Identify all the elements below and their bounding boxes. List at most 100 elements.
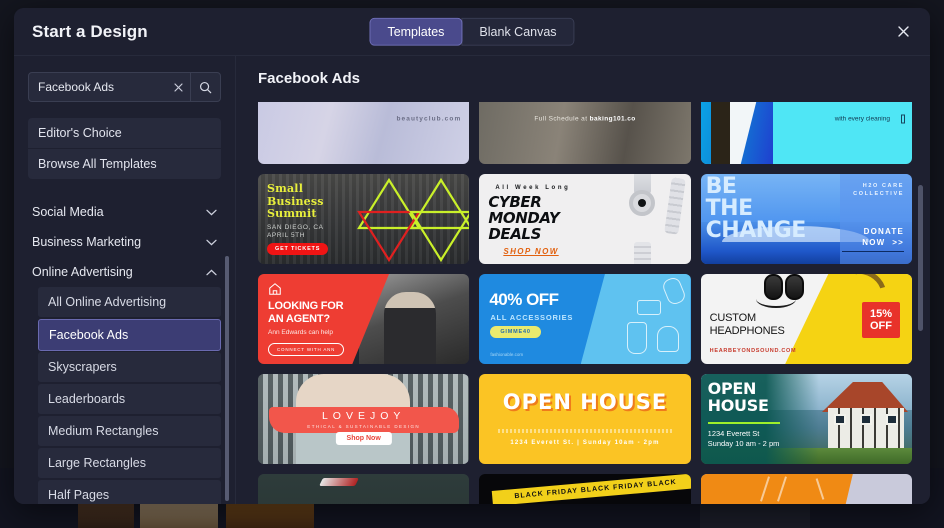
- search-button[interactable]: [190, 73, 220, 101]
- template-card-be-the-change[interactable]: BE THE CHANGE H2O CARE COLLECTIVE DONATE NOW…: [700, 174, 912, 264]
- sidebar-item-leaderboards[interactable]: Leaderboards: [38, 384, 221, 415]
- template-card-black-friday[interactable]: BLACK FRIDAY BLACK FRIDAY BLACK: [479, 474, 691, 504]
- template-art: [258, 474, 470, 504]
- quick-links: Editor's Choice Browse All Templates: [28, 118, 221, 179]
- template-title: OPEN HOUSE: [502, 390, 668, 414]
- template-badge: 15% OFF: [861, 302, 900, 338]
- view-mode-toggle: Templates Blank Canvas: [369, 17, 575, 46]
- template-title: Small Business Summit: [267, 182, 324, 220]
- page-title: Start a Design: [32, 21, 148, 41]
- template-art: 40% OFF ALL ACCESSORIES GIMME40 fashiona…: [479, 274, 691, 364]
- template-subtitle: ETHICAL & SUSTAINABLE DESIGN: [307, 424, 421, 429]
- templates-scroll-area: beautyclub.com Full Schedule at baking10…: [258, 102, 912, 504]
- sidebar: Editor's Choice Browse All Templates Soc…: [14, 56, 236, 504]
- template-cta: SHOP NOW: [503, 247, 559, 256]
- template-cta: Shop Now: [335, 432, 392, 445]
- sidebar-item-facebook-ads[interactable]: Facebook Ads: [38, 319, 221, 351]
- quick-link-editors-choice[interactable]: Editor's Choice: [28, 118, 221, 149]
- category-label: Online Advertising: [32, 265, 133, 279]
- template-text: Full Schedule at baking101.co: [534, 115, 636, 123]
- template-art: BE THE CHANGE H2O CARE COLLECTIVE DONATE NOW…: [700, 174, 912, 264]
- template-art: BLACK FRIDAY BLACK FRIDAY BLACK: [479, 474, 691, 504]
- template-subtitle: Ann Edwards can help: [268, 329, 334, 336]
- template-watermark: fashionable.com: [490, 352, 524, 357]
- template-art: [700, 474, 912, 504]
- templates-scrollbar[interactable]: [918, 185, 923, 331]
- template-card-40-percent-off[interactable]: 40% OFF ALL ACCESSORIES GIMME40 fashiona…: [479, 274, 691, 364]
- template-title: LOVEJOY: [321, 410, 406, 422]
- template-card-beauty-club[interactable]: beautyclub.com: [258, 102, 470, 164]
- template-cta: CONNECT WITH ANN: [268, 343, 345, 356]
- template-title: OPEN HOUSE: [707, 379, 769, 415]
- template-brand: H2O CARE COLLECTIVE: [853, 183, 904, 197]
- category-online-advertising[interactable]: Online Advertising: [28, 257, 221, 287]
- search-input[interactable]: [29, 73, 166, 101]
- template-art: OPEN HOUSE 1234 Everett St Sunday 10 am - …: [700, 374, 912, 464]
- category-social-media[interactable]: Social Media: [28, 197, 221, 227]
- chevron-down-icon: [206, 239, 217, 245]
- template-card-open-house-yellow[interactable]: OPEN HOUSE 1234 Everett St. | Sunday 10a…: [479, 374, 691, 464]
- close-icon: [173, 82, 183, 92]
- template-card-baking101[interactable]: Full Schedule at baking101.co: [479, 102, 691, 164]
- category-list: Social Media Business Marketing Online A…: [28, 197, 221, 504]
- template-card-open-house-photo[interactable]: OPEN HOUSE 1234 Everett St Sunday 10 am - …: [700, 374, 912, 464]
- template-text: BLACK FRIDAY BLACK FRIDAY BLACK: [491, 474, 691, 504]
- template-art: Small Business Summit SAN DIEGO, CA APRIL 5…: [258, 174, 470, 264]
- main-content: Facebook Ads beautyclub.com Full Schedul…: [236, 56, 930, 504]
- template-card-partial-1[interactable]: [258, 474, 470, 504]
- house-icon: [269, 283, 281, 295]
- template-art: Full Schedule at baking101.co: [479, 102, 691, 164]
- sidebar-scrollbar[interactable]: [225, 256, 229, 501]
- template-art: LOVEJOY ETHICAL & SUSTAINABLE DESIGN Sho…: [258, 374, 470, 464]
- chevron-down-icon: [206, 209, 217, 215]
- online-advertising-subitems: All Online Advertising Facebook Ads Skys…: [28, 287, 221, 504]
- close-button[interactable]: [890, 19, 916, 45]
- template-subtitle: 1234 Everett St Sunday 10 am - 2 pm: [707, 429, 780, 448]
- template-card-custom-headphones[interactable]: CUSTOM HEADPHONES HEARBEYONDSOUND.COM 15%…: [700, 274, 912, 364]
- template-kicker: All Week Long: [495, 185, 571, 191]
- template-art: beautyclub.com: [258, 102, 470, 164]
- search-box: [28, 72, 221, 102]
- template-card-cleaning-service[interactable]: with every cleaning: [700, 102, 912, 164]
- template-art: LOOKING FOR AN AGENT? Ann Edwards can hel…: [258, 274, 470, 364]
- template-cta: DONATE NOW >>: [862, 227, 904, 247]
- sidebar-item-medium-rectangles[interactable]: Medium Rectangles: [38, 416, 221, 447]
- quick-link-browse-all-templates[interactable]: Browse All Templates: [28, 149, 221, 179]
- template-card-real-estate-agent[interactable]: LOOKING FOR AN AGENT? Ann Edwards can hel…: [258, 274, 470, 364]
- sidebar-item-half-pages[interactable]: Half Pages: [38, 480, 221, 504]
- template-title: CYBER MONDAY DEALS: [488, 193, 560, 243]
- sidebar-item-skyscrapers[interactable]: Skyscrapers: [38, 352, 221, 383]
- template-text: with every cleaning: [834, 115, 890, 123]
- category-business-marketing[interactable]: Business Marketing: [28, 227, 221, 257]
- modal-body: Editor's Choice Browse All Templates Soc…: [14, 56, 930, 504]
- template-art: CUSTOM HEADPHONES HEARBEYONDSOUND.COM 15%…: [700, 274, 912, 364]
- template-card-cyber-monday[interactable]: All Week Long CYBER MONDAY DEALS SHOP NOW: [479, 174, 691, 264]
- category-label: Social Media: [32, 205, 104, 219]
- template-subtitle: SAN DIEGO, CA APRIL 5TH: [267, 224, 324, 239]
- tab-blank-canvas[interactable]: Blank Canvas: [461, 17, 575, 46]
- sidebar-item-all-online-advertising[interactable]: All Online Advertising: [38, 287, 221, 318]
- template-card-lovejoy[interactable]: LOVEJOY ETHICAL & SUSTAINABLE DESIGN Sho…: [258, 374, 470, 464]
- template-art: with every cleaning: [700, 102, 912, 164]
- modal-header: Start a Design Templates Blank Canvas: [14, 8, 930, 56]
- category-label: Business Marketing: [32, 235, 142, 249]
- template-title: CUSTOM HEADPHONES: [709, 312, 785, 337]
- search-icon: [199, 81, 212, 93]
- template-title: LOOKING FOR AN AGENT?: [268, 300, 344, 325]
- template-card-partial-3[interactable]: [700, 474, 912, 504]
- template-title: 40% OFF: [489, 290, 559, 309]
- template-watermark: beautyclub.com: [396, 115, 462, 123]
- chevron-up-icon: [206, 269, 217, 275]
- template-cta: GET TICKETS: [267, 243, 329, 255]
- template-card-small-business-summit[interactable]: Small Business Summit SAN DIEGO, CA APRIL 5…: [258, 174, 470, 264]
- sidebar-item-large-rectangles[interactable]: Large Rectangles: [38, 448, 221, 479]
- clear-search-button[interactable]: [166, 73, 190, 101]
- tab-templates[interactable]: Templates: [369, 17, 463, 46]
- templates-grid: beautyclub.com Full Schedule at baking10…: [258, 102, 912, 504]
- triangle-decor: [357, 177, 470, 263]
- template-title: BE THE CHANGE: [705, 174, 807, 243]
- close-icon: [897, 26, 909, 37]
- template-art: OPEN HOUSE 1234 Everett St. | Sunday 10a…: [479, 374, 691, 464]
- section-title: Facebook Ads: [258, 70, 360, 87]
- start-a-design-modal: Start a Design Templates Blank Canvas Fa…: [14, 8, 930, 504]
